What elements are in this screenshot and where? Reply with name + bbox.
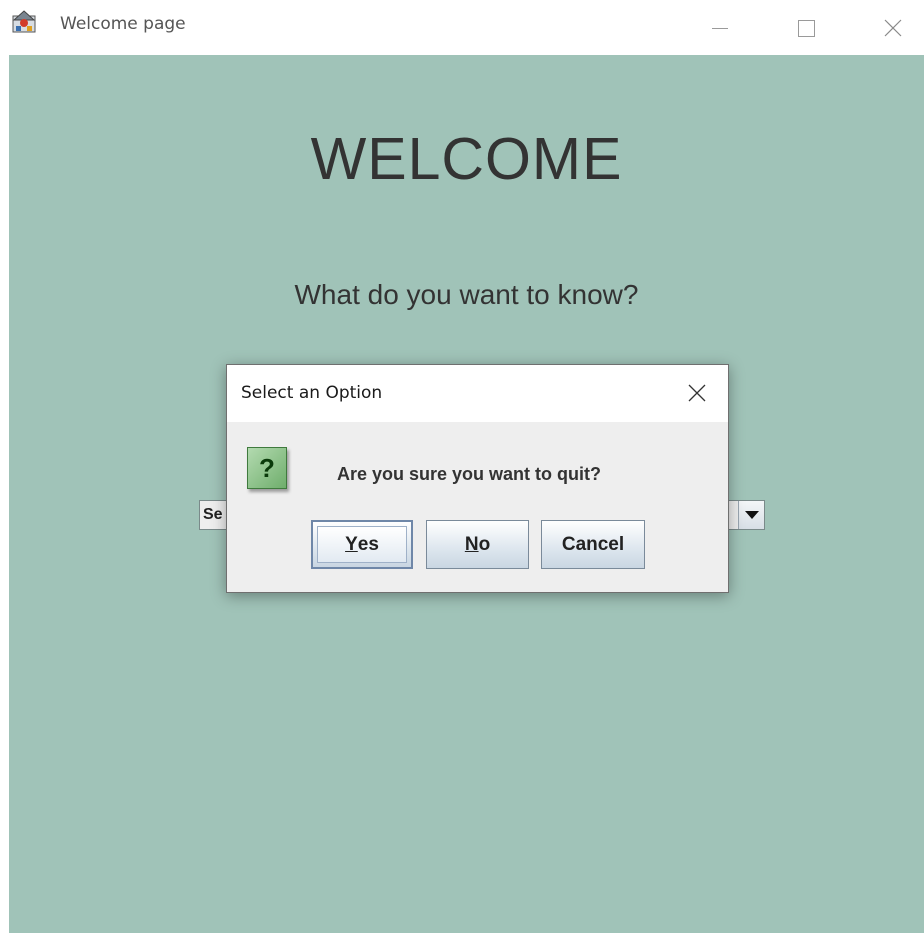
maximize-icon[interactable] xyxy=(783,0,829,55)
yes-mnemonic: Y xyxy=(345,533,358,555)
cancel-label: Cancel xyxy=(561,533,625,555)
yes-button-focus: Yes xyxy=(317,526,407,563)
dialog-close-icon[interactable] xyxy=(679,377,715,409)
dialog-message: Are you sure you want to quit? xyxy=(337,464,602,484)
no-button[interactable]: No xyxy=(426,520,529,569)
question-label: What do you want to know? xyxy=(294,279,639,310)
no-label: o xyxy=(478,533,491,555)
window-title: Welcome page xyxy=(60,14,186,34)
dialog-titlebar: Select an Option xyxy=(227,365,728,422)
java-app-icon xyxy=(12,10,36,33)
dialog-title: Select an Option xyxy=(241,383,383,403)
confirm-dialog: Select an Option ? Are you sure you want… xyxy=(226,364,729,593)
minimize-icon[interactable] xyxy=(697,0,743,55)
window-titlebar: Welcome page xyxy=(0,0,924,55)
question-icon: ? xyxy=(247,447,287,489)
question-icon-glyph: ? xyxy=(259,452,275,483)
no-mnemonic: N xyxy=(464,533,479,555)
welcome-heading: WELCOME xyxy=(310,126,623,192)
topic-select-value: Se xyxy=(203,506,223,523)
yes-label: es xyxy=(357,533,379,555)
cancel-button[interactable]: Cancel xyxy=(541,520,645,569)
close-icon[interactable] xyxy=(870,0,916,55)
yes-button[interactable]: Yes xyxy=(311,520,413,569)
chevron-down-icon[interactable] xyxy=(738,501,764,529)
